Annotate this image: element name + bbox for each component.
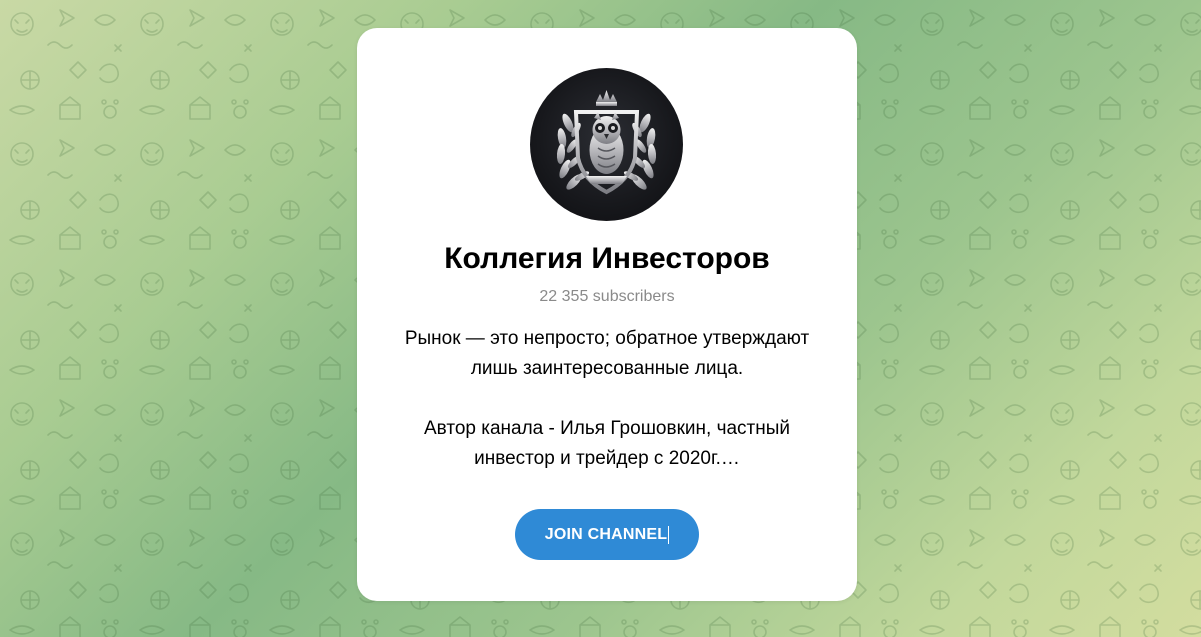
description-line: Рынок — это непросто; обратное утверждаю… <box>404 328 810 349</box>
text-cursor-icon <box>668 525 670 544</box>
join-channel-button[interactable]: JOIN CHANNEL <box>515 509 699 560</box>
channel-description: Рынок — это непросто; обратное утверждаю… <box>377 324 837 474</box>
description-line: лишь заинтересованные лица. <box>470 358 744 379</box>
join-channel-label: JOIN CHANNEL <box>544 525 668 543</box>
description-line: инвестор и трейдер с 2020г.… <box>474 448 740 469</box>
description-line: Автор канала - Илья Грошовкин, частный <box>423 418 791 439</box>
channel-avatar <box>530 68 683 221</box>
subscriber-count: 22 355 subscribers <box>539 288 675 305</box>
channel-title: Коллегия Инвесторов <box>444 242 770 275</box>
channel-card: Коллегия Инвесторов 22 355 subscribers Р… <box>357 28 857 601</box>
owl-crest-icon <box>556 90 657 195</box>
